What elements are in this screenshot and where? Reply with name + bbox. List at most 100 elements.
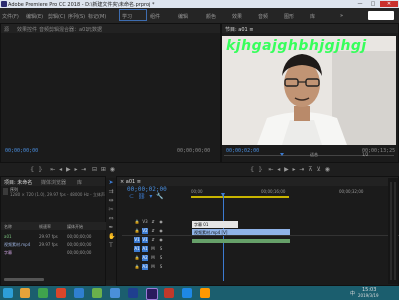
sync-lock-icon[interactable]: ⇵ [150,237,156,243]
export-frame-icon[interactable]: ◉ [110,166,115,173]
project-row[interactable]: a01 29.97 fps 00;00;00;00 [1,232,105,240]
sync-lock-icon[interactable]: ⇵ [150,219,156,225]
add-marker-icon[interactable]: ▾ [149,193,152,200]
app-icon[interactable] [164,288,174,298]
workspace-learn[interactable]: 学习 [122,13,132,20]
eye-icon[interactable]: ◉ [158,237,164,243]
zoom-slider[interactable] [4,278,44,281]
sync-lock-icon[interactable]: ⇵ [150,228,156,234]
workspace-overflow-icon[interactable]: » [340,13,343,19]
track-lock-icon[interactable]: 🔒 [134,228,140,234]
overwrite-icon[interactable]: ⊞ [101,166,106,173]
app-icon[interactable] [200,288,210,298]
tab-source[interactable]: 源 [4,26,9,33]
track-label[interactable]: A2 [142,255,148,261]
prog-mark-in-icon[interactable]: ⦃ [250,166,254,173]
mute-icon[interactable]: M [150,264,156,270]
input-language[interactable]: 中 [350,290,355,297]
app-icon[interactable] [74,288,84,298]
workspace-assembly[interactable]: 组件 [150,13,160,20]
insert-icon[interactable]: ⊟ [92,166,97,173]
menu-item-clip[interactable]: 剪辑(C) [48,13,65,20]
search-box[interactable] [368,11,394,20]
pen-tool-icon[interactable]: ✒ [108,225,114,231]
app-icon[interactable] [38,288,48,298]
fit-dropdown[interactable]: 适合 [310,152,318,158]
source-patch-v1[interactable]: V1 [134,237,140,243]
mute-icon[interactable]: M [150,255,156,261]
wechat-icon[interactable] [92,288,102,298]
workspace-effects[interactable]: 效果 [232,13,242,20]
menu-item-sequence[interactable]: 序列(S) [68,13,85,20]
type-tool-icon[interactable]: T [108,243,114,249]
tab-metadata[interactable]: 元数据 [87,26,102,33]
workspace-audio[interactable]: 音频 [258,13,268,20]
mark-in-icon[interactable]: ⦃ [30,166,34,173]
timeline-timecode[interactable]: 00;00;02;00 [127,186,167,193]
app-icon[interactable] [110,288,120,298]
tab-audio-clip-mixer[interactable]: 音频剪辑混合器：a01 [39,26,88,33]
source-patch-a1[interactable]: A1 [134,246,140,252]
workspace-graphics[interactable]: 图形 [284,13,294,20]
app-icon[interactable] [182,288,192,298]
solo-icon[interactable]: S [158,255,164,261]
tab-sequence-a01[interactable]: × a01 ≡ [120,179,141,185]
prog-go-to-out-icon[interactable]: ⇥ [299,166,304,173]
app-icon[interactable] [128,288,138,298]
tab-program[interactable]: 节目: a01 ≡ [225,26,253,33]
clock-date[interactable]: 2019/3/19 [358,293,379,298]
program-playhead-icon[interactable] [280,153,284,156]
hand-tool-icon[interactable]: ✋ [108,234,115,240]
track-lock-icon[interactable]: 🔒 [134,264,140,270]
start-button-icon[interactable] [3,288,13,298]
column-name[interactable]: 名称 [4,224,12,230]
project-row[interactable]: 字幕 00;00;00;00 [1,248,105,256]
track-lock-icon[interactable]: 🔒 [134,255,140,261]
track-lock-icon[interactable]: 🔒 [134,219,140,225]
ripple-edit-tool-icon[interactable]: ⇹ [108,198,114,204]
razor-tool-icon[interactable]: ✂ [108,207,114,213]
playhead-marker-icon[interactable] [221,193,225,197]
step-forward-icon[interactable]: ▸ [74,166,77,173]
prog-play-icon[interactable]: ▶ [284,166,289,173]
column-start[interactable]: 媒体开始 [67,224,83,230]
mark-out-icon[interactable]: ⦄ [38,166,42,173]
menu-item-file[interactable]: 文件(F) [2,13,19,20]
prog-step-forward-icon[interactable]: ▸ [293,166,296,173]
prog-step-back-icon[interactable]: ◂ [277,166,280,173]
maximize-icon[interactable]: □ [367,1,379,7]
eye-icon[interactable]: ◉ [158,228,164,234]
workspace-editing[interactable]: 编辑 [178,13,188,20]
track-label[interactable]: V1 [142,237,148,243]
tab-libraries[interactable]: 库 [77,179,82,186]
track-label[interactable]: V2 [142,228,148,234]
project-row[interactable]: 视频素材.mp4 29.97 fps 00;00;00;00 [1,240,105,248]
solo-icon[interactable]: S [158,264,164,270]
workspace-libraries[interactable]: 库 [310,13,315,20]
mute-icon[interactable]: M [150,246,156,252]
program-scrub-bar[interactable] [224,155,394,156]
slip-tool-icon[interactable]: ⇔ [108,216,114,222]
tab-project[interactable]: 项目: 未命名 [4,179,32,186]
track-label[interactable]: A3 [142,264,148,270]
step-back-icon[interactable]: ◂ [59,166,62,173]
prog-go-to-in-icon[interactable]: ⇤ [268,166,273,173]
play-icon[interactable]: ▶ [66,166,71,173]
track-label[interactable]: V3 [142,219,148,225]
go-to-out-icon[interactable]: ⇥ [81,166,86,173]
lift-icon[interactable]: ⊼ [308,166,312,173]
snap-icon[interactable]: ⊂ [129,193,134,200]
prog-mark-out-icon[interactable]: ⦄ [258,166,262,173]
extract-icon[interactable]: ⊻ [316,166,320,173]
timeline-clip-audio[interactable] [192,239,290,243]
track-label[interactable]: A1 [142,246,148,252]
tab-media-browser[interactable]: 媒体浏览器 [41,179,66,186]
prog-export-frame-icon[interactable]: ◉ [325,166,330,173]
minimize-icon[interactable]: — [354,1,366,7]
work-area-bar[interactable] [191,196,289,198]
program-timecode[interactable]: 00;00;02;00 [226,148,259,154]
menu-item-marker[interactable]: 标记(M) [88,13,106,20]
timeline-clip-title[interactable]: 字幕 01 [192,221,238,228]
menu-item-edit[interactable]: 编辑(E) [26,13,43,20]
premiere-taskbar-icon[interactable] [146,288,158,300]
